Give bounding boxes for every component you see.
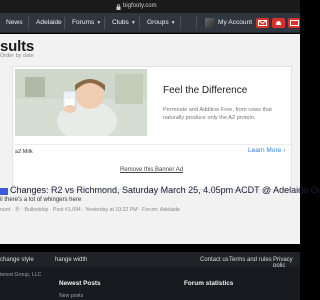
ad-image bbox=[15, 69, 147, 136]
contact-us-link[interactable]: Contact us bbox=[200, 257, 229, 263]
bell-icon bbox=[276, 21, 281, 25]
nav-item-label: Clubs bbox=[112, 19, 129, 26]
avatar[interactable] bbox=[205, 18, 215, 28]
envelope-icon bbox=[258, 20, 267, 26]
footer-bar: change style hange width Contact us Term… bbox=[0, 252, 300, 269]
terms-link[interactable]: Terms and rules bbox=[229, 257, 272, 263]
nav-divider bbox=[139, 17, 140, 29]
nav-divider bbox=[64, 17, 65, 29]
thread-prefix-badge bbox=[0, 188, 8, 195]
message-icon bbox=[290, 20, 299, 26]
sort-order-label[interactable]: Order by date bbox=[0, 53, 34, 59]
site-nav: News Adelaide Forums ▼ Clubs ▼ Groups ▼ … bbox=[0, 13, 300, 33]
nav-item-label: Forums bbox=[72, 19, 95, 26]
footer: terest Group, LLC Newest Posts New posts… bbox=[0, 267, 300, 300]
post-snippet: il there's a lot of whingers here bbox=[0, 197, 82, 203]
change-width-link[interactable]: hange width bbox=[55, 257, 87, 263]
nav-item-label: Adelaide bbox=[36, 19, 62, 26]
conversations-button[interactable] bbox=[256, 18, 269, 28]
url-text: bigfooty.com bbox=[123, 3, 157, 9]
screen: bigfooty.com News Adelaide Forums ▼ Club… bbox=[0, 0, 320, 300]
ad-brand: a2 Milk bbox=[15, 149, 33, 155]
nav-item-label: Groups bbox=[147, 19, 169, 26]
nav-item-groups[interactable]: Groups ▼ bbox=[147, 13, 176, 33]
notification-badge[interactable] bbox=[288, 18, 300, 28]
chevron-right-icon: › bbox=[283, 147, 286, 154]
alerts-button[interactable] bbox=[272, 18, 285, 28]
remove-banner-ad-link[interactable]: Remove this Banner Ad bbox=[120, 167, 183, 173]
learn-more-label: Learn More bbox=[248, 147, 282, 154]
post-meta: ount · Ⓑ · Bulketship · Post #1,094 · Ye… bbox=[0, 207, 180, 213]
ad-headline: Feel the Difference bbox=[163, 85, 248, 96]
url-field[interactable]: bigfooty.com bbox=[112, 2, 161, 11]
lock-icon bbox=[116, 4, 121, 10]
nav-divider bbox=[104, 17, 105, 29]
main-content: sults Order by date Feel the Difference bbox=[0, 34, 320, 244]
thread-title-link[interactable]: Changes: R2 vs Richmond, Saturday March … bbox=[10, 185, 320, 195]
nav-divider bbox=[196, 17, 197, 29]
newest-posts-heading: Newest Posts bbox=[59, 280, 101, 287]
new-posts-link[interactable]: New posts bbox=[59, 293, 83, 299]
change-style-link[interactable]: change style bbox=[0, 257, 34, 263]
browser-address-bar: bigfooty.com bbox=[0, 0, 300, 13]
divider bbox=[15, 144, 291, 145]
nav-divider bbox=[180, 17, 181, 29]
chevron-down-icon: ▼ bbox=[130, 20, 136, 26]
nav-item-forums[interactable]: Forums ▼ bbox=[72, 13, 101, 33]
chevron-down-icon: ▼ bbox=[170, 20, 176, 26]
nav-item-label: News bbox=[6, 19, 23, 26]
nav-item-clubs[interactable]: Clubs ▼ bbox=[112, 13, 136, 33]
learn-more-link[interactable]: Learn More › bbox=[248, 147, 285, 154]
my-account-link[interactable]: My Account bbox=[218, 13, 252, 33]
company-name: terest Group, LLC bbox=[0, 272, 42, 278]
forum-statistics-heading: Forum statistics bbox=[184, 280, 234, 287]
chevron-down-icon: ▼ bbox=[96, 20, 102, 26]
my-account-label: My Account bbox=[218, 19, 253, 26]
nav-divider bbox=[28, 17, 29, 29]
ad-body-text: Permeate and Additive Free, from cows th… bbox=[163, 107, 272, 121]
nav-item-adelaide[interactable]: Adelaide bbox=[36, 13, 62, 33]
nav-item-news[interactable]: News bbox=[6, 13, 23, 33]
